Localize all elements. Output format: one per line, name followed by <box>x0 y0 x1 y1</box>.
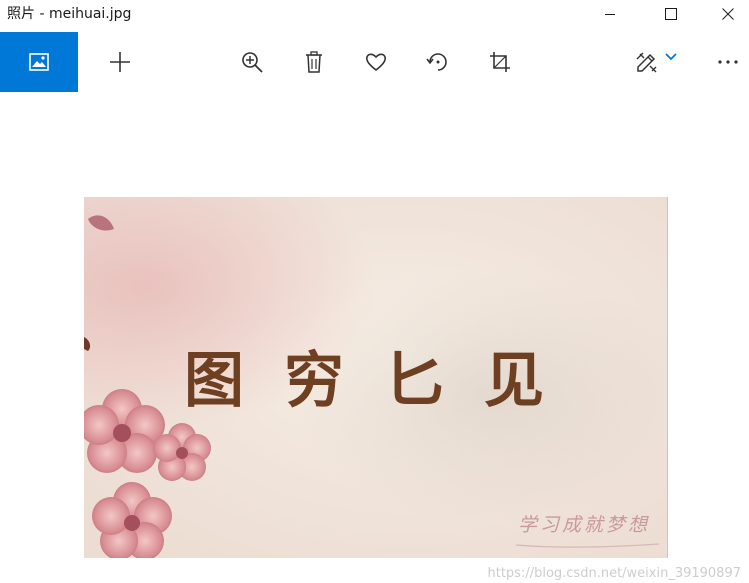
edit-draw-icon <box>636 52 657 73</box>
minimize-icon <box>605 14 615 15</box>
more-button[interactable] <box>706 32 749 92</box>
rotate-icon <box>426 53 447 71</box>
favorite-button[interactable] <box>354 32 398 92</box>
crop-button[interactable] <box>478 32 522 92</box>
edit-create-button[interactable] <box>626 32 686 92</box>
toolbar <box>0 32 749 92</box>
zoom-in-icon <box>242 52 263 73</box>
photo-caption: 图穷匕见 <box>184 346 584 416</box>
maximize-button[interactable] <box>648 0 694 28</box>
gallery-icon <box>29 53 49 71</box>
photo-subcaption: 学习成就梦想 <box>518 514 651 536</box>
photo-edge <box>667 197 668 558</box>
plus-icon <box>110 52 130 72</box>
crop-icon <box>490 52 510 72</box>
close-icon <box>722 8 734 20</box>
close-button[interactable] <box>705 0 749 28</box>
more-icon <box>718 60 738 64</box>
gallery-button[interactable] <box>0 32 78 92</box>
window-title: 照片 - meihuai.jpg <box>7 6 132 22</box>
minimize-button[interactable] <box>587 0 633 28</box>
zoom-button[interactable] <box>230 32 274 92</box>
trash-icon <box>306 51 322 73</box>
maximize-icon <box>665 8 677 20</box>
photo: 图穷匕见 学习成就梦想 <box>84 197 668 558</box>
image-viewer[interactable]: 图穷匕见 学习成就梦想 <box>0 92 749 583</box>
rotate-button[interactable] <box>416 32 460 92</box>
title-bar: 照片 - meihuai.jpg <box>0 0 749 28</box>
heart-icon <box>365 53 387 72</box>
chevron-down-icon <box>665 53 677 61</box>
delete-button[interactable] <box>292 32 336 92</box>
watermark: https://blog.csdn.net/weixin_39190897 <box>487 566 741 581</box>
add-button[interactable] <box>98 32 142 92</box>
